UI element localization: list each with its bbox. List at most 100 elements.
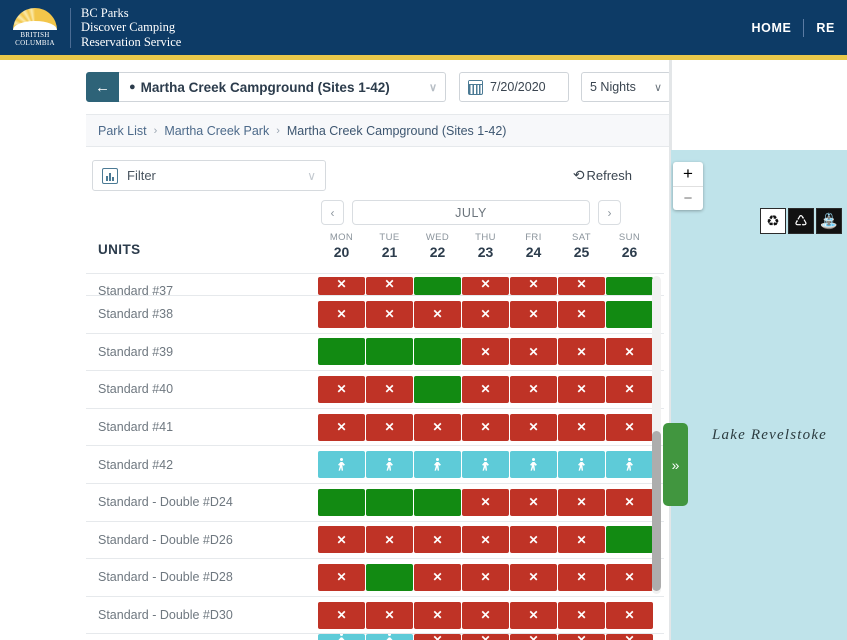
unit-name-label[interactable]: Standard #39: [86, 345, 318, 359]
availability-cell-booked[interactable]: ✕: [462, 277, 509, 295]
availability-cell-booked[interactable]: ✕: [558, 526, 605, 554]
water-tap-icon[interactable]: ⛲: [816, 208, 842, 234]
refresh-button[interactable]: ⟳ Refresh: [573, 167, 632, 184]
breadcrumb-item-campground[interactable]: Martha Creek Campground (Sites 1-42): [287, 124, 507, 138]
previous-week-button[interactable]: ‹: [321, 200, 344, 225]
availability-cell-booked[interactable]: ✕: [414, 413, 461, 441]
availability-cell-available[interactable]: [606, 300, 653, 328]
availability-cell-booked[interactable]: ✕: [366, 277, 413, 295]
availability-cell-available[interactable]: [414, 488, 461, 516]
availability-cell-booked[interactable]: ✕: [462, 601, 509, 629]
back-button[interactable]: ←: [86, 72, 119, 102]
availability-cell-booked[interactable]: ✕: [558, 375, 605, 403]
date-picker[interactable]: 7/20/2020: [459, 72, 569, 102]
availability-cell-available[interactable]: [414, 375, 461, 403]
availability-cell-booked[interactable]: ✕: [414, 526, 461, 554]
availability-cell-booked[interactable]: ✕: [414, 300, 461, 328]
brand-logo-area[interactable]: BRITISH COLUMBIA BC Parks Discover Campi…: [0, 0, 181, 55]
availability-cell-booked[interactable]: ✕: [510, 634, 557, 640]
availability-cell-booked[interactable]: ✕: [366, 601, 413, 629]
availability-cell-booked[interactable]: ✕: [510, 488, 557, 516]
availability-cell-walkin[interactable]: [414, 451, 461, 479]
availability-cell-booked[interactable]: ✕: [462, 526, 509, 554]
breadcrumb-item-park[interactable]: Martha Creek Park: [164, 124, 269, 138]
availability-cell-booked[interactable]: ✕: [414, 601, 461, 629]
unit-name-label[interactable]: Standard #40: [86, 382, 318, 396]
availability-cell-walkin[interactable]: [318, 634, 365, 640]
unit-name-label[interactable]: Standard #41: [86, 420, 318, 434]
map-zoom-in-button[interactable]: +: [673, 162, 703, 186]
availability-cell-available[interactable]: [606, 277, 653, 295]
unit-name-label[interactable]: Standard - Double #D30: [86, 608, 318, 622]
nav-item-reservations[interactable]: RE: [804, 21, 847, 35]
availability-cell-booked[interactable]: ✕: [510, 526, 557, 554]
availability-cell-available[interactable]: [606, 526, 653, 554]
map-expand-button[interactable]: »: [663, 423, 688, 506]
availability-cell-booked[interactable]: ✕: [318, 601, 365, 629]
availability-cell-walkin[interactable]: [366, 451, 413, 479]
availability-cell-booked[interactable]: ✕: [606, 338, 653, 366]
availability-cell-booked[interactable]: ✕: [318, 277, 365, 295]
availability-cell-booked[interactable]: ✕: [318, 300, 365, 328]
unit-name-label[interactable]: Standard - Double #D28: [86, 570, 318, 584]
availability-cell-booked[interactable]: ✕: [462, 563, 509, 591]
availability-cell-available[interactable]: [366, 563, 413, 591]
availability-cell-booked[interactable]: ✕: [510, 300, 557, 328]
availability-cell-booked[interactable]: ✕: [558, 563, 605, 591]
nights-select[interactable]: 5 Nights ∨: [581, 72, 671, 102]
availability-cell-booked[interactable]: ✕: [510, 413, 557, 441]
availability-cell-booked[interactable]: ✕: [558, 300, 605, 328]
unit-name-label[interactable]: Standard - Double #D24: [86, 495, 318, 509]
unit-name-label[interactable]: Standard - Double #D26: [86, 533, 318, 547]
availability-cell-booked[interactable]: ✕: [558, 634, 605, 640]
next-week-button[interactable]: ›: [598, 200, 621, 225]
availability-cell-walkin[interactable]: [318, 451, 365, 479]
availability-cell-booked[interactable]: ✕: [462, 338, 509, 366]
availability-cell-booked[interactable]: ✕: [318, 526, 365, 554]
availability-cell-booked[interactable]: ✕: [462, 488, 509, 516]
grid-rows-viewport[interactable]: Standard #37 ✕ ✕ ✕ ✕ ✕ Standard #38 ✕ ✕ ✕ ✕ ✕ ✕ Stand…: [86, 273, 664, 640]
availability-cell-booked[interactable]: ✕: [558, 488, 605, 516]
availability-cell-booked[interactable]: ✕: [318, 413, 365, 441]
month-label[interactable]: JULY: [352, 200, 590, 225]
recycling-icon[interactable]: ♻: [760, 208, 786, 234]
availability-cell-booked[interactable]: ✕: [366, 300, 413, 328]
availability-cell-walkin[interactable]: [606, 451, 653, 479]
availability-cell-booked[interactable]: ✕: [318, 375, 365, 403]
availability-cell-booked[interactable]: ✕: [606, 488, 653, 516]
availability-cell-booked[interactable]: ✕: [462, 634, 509, 640]
availability-cell-booked[interactable]: ✕: [366, 413, 413, 441]
nav-item-home[interactable]: HOME: [740, 21, 804, 35]
unit-name-label[interactable]: Standard #38: [86, 307, 318, 321]
availability-cell-booked[interactable]: ✕: [606, 413, 653, 441]
availability-cell-available[interactable]: [366, 488, 413, 516]
map-zoom-out-button[interactable]: −: [673, 186, 703, 210]
availability-cell-walkin[interactable]: [462, 451, 509, 479]
availability-cell-booked[interactable]: ✕: [414, 634, 461, 640]
availability-cell-booked[interactable]: ✕: [510, 277, 557, 295]
campground-select[interactable]: ● Martha Creek Campground (Sites 1-42) ∨: [119, 72, 446, 102]
availability-cell-booked[interactable]: ✕: [606, 375, 653, 403]
availability-cell-booked[interactable]: ✕: [414, 563, 461, 591]
availability-cell-walkin[interactable]: [366, 634, 413, 640]
availability-cell-booked[interactable]: ✕: [318, 563, 365, 591]
availability-cell-booked[interactable]: ✕: [558, 277, 605, 295]
availability-cell-booked[interactable]: ✕: [558, 601, 605, 629]
availability-cell-walkin[interactable]: [558, 451, 605, 479]
unit-name-label[interactable]: Standard #42: [86, 458, 318, 472]
availability-cell-available[interactable]: [318, 338, 365, 366]
breadcrumb-item-park-list[interactable]: Park List: [98, 124, 147, 138]
availability-cell-booked[interactable]: ✕: [366, 526, 413, 554]
availability-cell-available[interactable]: [366, 338, 413, 366]
garbage-icon[interactable]: ♺: [788, 208, 814, 234]
availability-cell-booked[interactable]: ✕: [510, 375, 557, 403]
availability-cell-walkin[interactable]: [510, 451, 557, 479]
availability-cell-available[interactable]: [414, 338, 461, 366]
availability-cell-booked[interactable]: ✕: [510, 563, 557, 591]
availability-cell-available[interactable]: [414, 277, 461, 295]
availability-cell-available[interactable]: [318, 488, 365, 516]
availability-cell-booked[interactable]: ✕: [558, 413, 605, 441]
availability-cell-booked[interactable]: ✕: [606, 634, 653, 640]
availability-cell-booked[interactable]: ✕: [606, 563, 653, 591]
availability-cell-booked[interactable]: ✕: [462, 375, 509, 403]
